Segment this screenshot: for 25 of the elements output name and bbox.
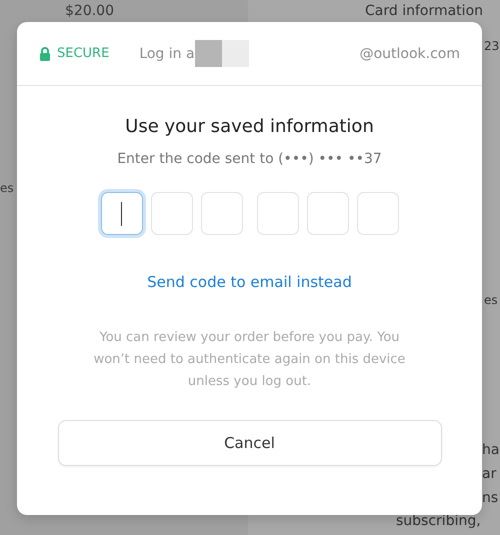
code-input[interactable] [306, 192, 348, 235]
background-text: $20.00 [65, 3, 114, 19]
redaction-block [194, 40, 249, 67]
code-input[interactable] [150, 192, 192, 235]
secure-label: SECURE [57, 46, 110, 61]
background-text: 23 [484, 38, 500, 54]
subtitle-text: Enter the code sent to (•••) ••• ••37 [117, 151, 382, 167]
background-text: ns [482, 490, 498, 506]
send-email-link[interactable]: Send code to email instead [147, 273, 352, 291]
background-text: subscribing, [396, 513, 481, 529]
code-input[interactable] [256, 192, 298, 235]
background-text: ar [482, 466, 496, 482]
login-text: Log in a [139, 46, 195, 62]
background-text: es [0, 180, 14, 196]
info-text: You can review your order before you pay. You won’t need to authenticate again on this device unless you log out. [92, 329, 406, 391]
lock-icon [39, 46, 51, 60]
email-text: @outlook.com [360, 46, 460, 62]
code-input[interactable] [200, 192, 242, 235]
dialog-title: Use your saved information [125, 116, 374, 137]
background-text: es [484, 292, 498, 308]
background-text: Card information [365, 3, 484, 19]
code-input[interactable] [356, 192, 398, 235]
text-cursor [121, 202, 122, 226]
background-text: ha [482, 442, 500, 458]
cancel-button[interactable]: Cancel [58, 420, 442, 466]
